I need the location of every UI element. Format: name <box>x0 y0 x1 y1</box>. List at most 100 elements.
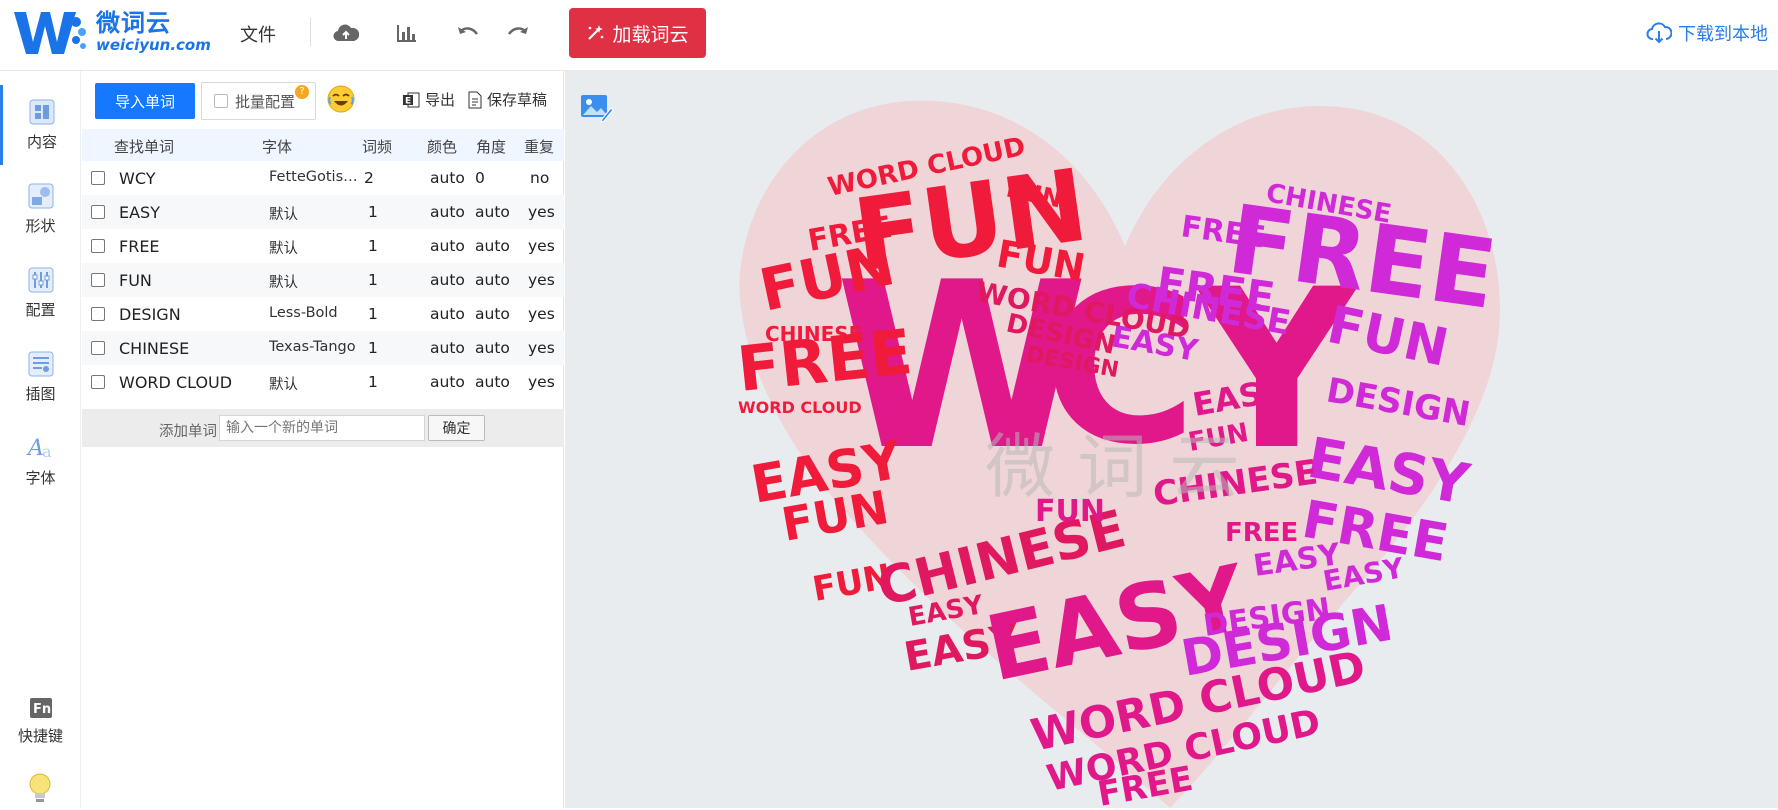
row-font[interactable]: Texas-Tango <box>269 339 364 355</box>
row-font[interactable]: FetteGotisc... <box>269 169 364 185</box>
row-checkbox[interactable] <box>91 307 105 321</box>
nav-shape-label: 形状 <box>25 216 56 235</box>
row-checkbox[interactable] <box>91 239 105 253</box>
row-freq[interactable]: 2 <box>364 169 384 187</box>
row-color[interactable]: auto <box>430 237 465 255</box>
row-font[interactable]: 默认 <box>269 203 364 224</box>
toolbar-divider <box>310 18 311 46</box>
row-freq[interactable]: 1 <box>368 339 388 357</box>
row-color[interactable]: auto <box>430 203 465 221</box>
row-angle[interactable]: auto <box>475 373 510 391</box>
excel-icon: E <box>403 92 420 107</box>
row-freq[interactable]: 1 <box>368 305 388 323</box>
row-word[interactable]: CHINESE <box>119 339 189 358</box>
row-repeat[interactable]: yes <box>528 373 555 391</box>
logo[interactable]: 微词云 weiciyun.com <box>12 8 211 56</box>
row-repeat[interactable]: yes <box>528 237 555 255</box>
table-row[interactable]: FREE 默认 1 auto auto yes <box>82 229 564 263</box>
nav-illustration[interactable]: 插图 <box>0 337 81 417</box>
row-angle[interactable]: auto <box>475 305 510 323</box>
row-repeat[interactable]: yes <box>528 271 555 289</box>
table-row[interactable]: CHINESE Texas-Tango 1 auto auto yes <box>82 331 564 365</box>
row-checkbox[interactable] <box>91 375 105 389</box>
lightbulb-icon[interactable] <box>26 772 54 810</box>
svg-text:Fn: Fn <box>33 702 51 717</box>
download-label: 下载到本地 <box>1678 24 1768 45</box>
table-row[interactable]: DESIGN Less-Bold 1 auto auto yes <box>82 297 564 331</box>
top-bar: 微词云 weiciyun.com 文件 加载词云 下载到本地 <box>0 0 1778 71</box>
row-angle[interactable]: auto <box>475 203 510 221</box>
batch-config-label: 批量配置 <box>235 92 296 111</box>
row-color[interactable]: auto <box>430 373 465 391</box>
row-color[interactable]: auto <box>430 169 465 187</box>
row-word[interactable]: EASY <box>119 203 160 222</box>
row-checkbox[interactable] <box>91 341 105 355</box>
nav-settings-label: 配置 <box>25 300 56 319</box>
download-button[interactable]: 下载到本地 <box>1646 20 1768 46</box>
document-icon <box>468 91 482 108</box>
table-row[interactable]: WCY FetteGotisc... 2 auto 0 no <box>82 161 564 195</box>
row-repeat[interactable]: yes <box>528 203 555 221</box>
row-freq[interactable]: 1 <box>368 203 388 221</box>
magic-wand-icon <box>588 25 604 40</box>
row-word[interactable]: DESIGN <box>119 305 181 324</box>
row-word[interactable]: WORD CLOUD <box>119 373 232 392</box>
nav-shape[interactable]: 形状 <box>0 169 81 249</box>
row-font[interactable]: 默认 <box>269 271 364 292</box>
row-angle[interactable]: auto <box>475 339 510 357</box>
save-draft-button[interactable]: 保存草稿 <box>468 89 547 110</box>
table-row[interactable]: EASY 默认 1 auto auto yes <box>82 195 564 229</box>
cloud-upload-icon[interactable] <box>331 18 361 48</box>
undo-icon[interactable] <box>453 18 483 48</box>
row-font[interactable]: 默认 <box>269 237 364 258</box>
row-color[interactable]: auto <box>430 339 465 357</box>
row-freq[interactable]: 1 <box>368 373 388 391</box>
settings-sliders-icon <box>28 267 53 292</box>
redo-icon[interactable] <box>503 18 533 48</box>
row-font[interactable]: Less-Bold <box>269 305 364 321</box>
batch-config-toggle[interactable]: 批量配置 ? <box>201 82 316 120</box>
row-font[interactable]: 默认 <box>269 373 364 394</box>
save-draft-label: 保存草稿 <box>487 91 548 109</box>
help-icon[interactable]: ? <box>295 85 309 99</box>
export-button[interactable]: E 导出 <box>402 89 455 110</box>
file-menu[interactable]: 文件 <box>240 21 276 47</box>
shape-icon <box>28 183 53 208</box>
row-checkbox[interactable] <box>91 205 105 219</box>
table-row[interactable]: WORD CLOUD 默认 1 auto auto yes <box>82 365 564 399</box>
nav-settings[interactable]: 配置 <box>0 253 81 333</box>
row-angle[interactable]: 0 <box>475 169 485 187</box>
row-repeat[interactable]: yes <box>528 339 555 357</box>
row-color[interactable]: auto <box>430 271 465 289</box>
cloud-download-icon <box>1646 22 1672 44</box>
row-word[interactable]: FREE <box>119 237 160 256</box>
wordcloud-canvas[interactable]: W C Y FUN FUN FREE EASY FUN FUN FREE WOR… <box>565 71 1778 808</box>
header-word[interactable]: 查找单词 <box>114 136 174 157</box>
illustration-icon <box>28 351 53 376</box>
row-word[interactable]: WCY <box>119 169 155 188</box>
row-angle[interactable]: auto <box>475 271 510 289</box>
load-wordcloud-button[interactable]: 加载词云 <box>569 8 706 58</box>
row-color[interactable]: auto <box>430 305 465 323</box>
content-icon <box>29 99 55 124</box>
row-freq[interactable]: 1 <box>368 271 388 289</box>
nav-content[interactable]: 内容 <box>0 85 81 165</box>
add-word-input[interactable] <box>219 415 425 441</box>
add-word-confirm-button[interactable]: 确定 <box>428 415 485 441</box>
nav-shortcuts[interactable]: Fn 快捷键 <box>0 681 81 761</box>
row-angle[interactable]: auto <box>475 237 510 255</box>
brand-domain: weiciyun.com <box>96 36 211 54</box>
row-repeat[interactable]: no <box>530 169 549 187</box>
batch-checkbox[interactable] <box>214 94 228 108</box>
row-checkbox[interactable] <box>91 171 105 185</box>
table-row[interactable]: FUN 默认 1 auto auto yes <box>82 263 564 297</box>
emoji-icon[interactable] <box>326 84 358 116</box>
bar-chart-icon[interactable] <box>392 18 422 48</box>
row-freq[interactable]: 1 <box>368 237 388 255</box>
row-checkbox[interactable] <box>91 273 105 287</box>
nav-font[interactable]: Aa 字体 <box>0 421 81 501</box>
row-repeat[interactable]: yes <box>528 305 555 323</box>
import-words-button[interactable]: 导入单词 <box>95 83 195 119</box>
row-word[interactable]: FUN <box>119 271 152 290</box>
watermark-text: 微 词 云 <box>985 426 1240 508</box>
